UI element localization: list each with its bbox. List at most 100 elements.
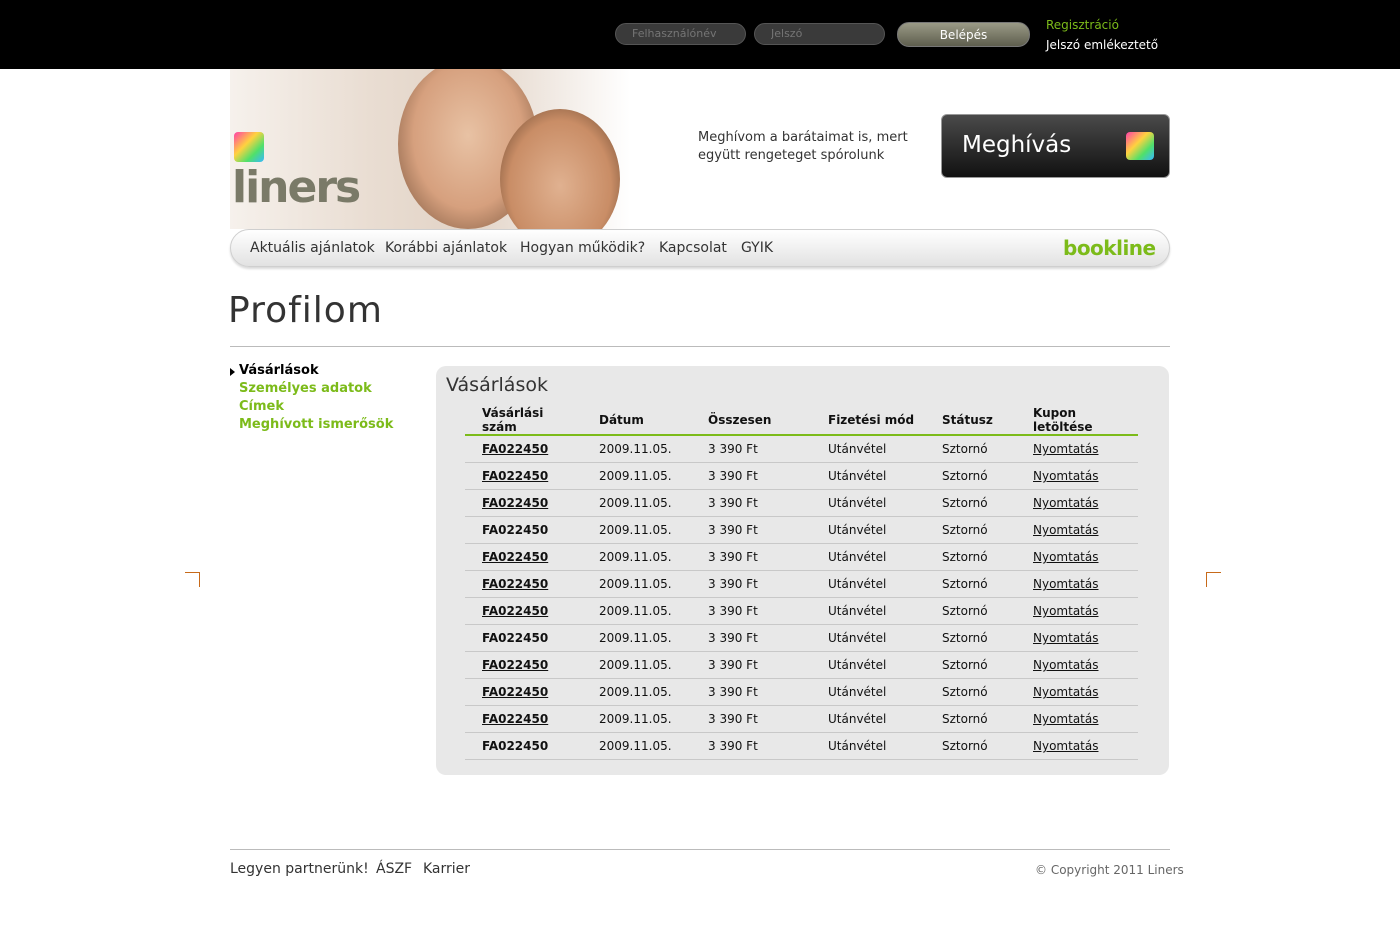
active-arrow-icon (230, 368, 235, 376)
purchases-table: Vásárlási szám Dátum Összesen Fizetési m… (465, 406, 1138, 760)
corner-mark-right (1206, 572, 1221, 587)
payment-method: Utánvétel (811, 543, 925, 571)
username-input[interactable] (615, 23, 746, 45)
print-coupon-link[interactable]: Nyomtatás (1016, 543, 1138, 571)
print-coupon-link[interactable]: Nyomtatás (1016, 435, 1138, 463)
liners-logo[interactable]: liners (232, 162, 361, 213)
hero-man-face (500, 109, 620, 229)
order-total: 3 390 Ft (691, 732, 811, 760)
nav-faq[interactable]: GYIK (741, 240, 773, 256)
purchases-title: Vásárlások (446, 374, 548, 396)
title-divider (230, 346, 1170, 347)
payment-method: Utánvétel (811, 651, 925, 679)
order-date: 2009.11.05. (582, 651, 691, 679)
order-date: 2009.11.05. (582, 435, 691, 463)
table-row: FA022450 2009.11.05. 3 390 Ft Utánvétel Szto… (465, 543, 1138, 571)
bookline-logo[interactable]: bookline (1063, 236, 1156, 260)
print-coupon-link[interactable]: Nyomtatás (1016, 624, 1138, 652)
order-date: 2009.11.05. (582, 732, 691, 760)
sidebar-item-purchases[interactable]: Vásárlások (239, 363, 319, 378)
order-total: 3 390 Ft (691, 651, 811, 679)
table-row: FA022450 2009.11.05. 3 390 Ft Utánvétel Szto… (465, 462, 1138, 490)
footer-link-terms[interactable]: ÁSZF (376, 861, 412, 877)
payment-method: Utánvétel (811, 489, 925, 517)
order-total: 3 390 Ft (691, 570, 811, 598)
nav-current-offers[interactable]: Aktuális ajánlatok (250, 240, 375, 256)
order-status: Sztornó (925, 678, 1016, 706)
liners-square-icon (1126, 132, 1154, 160)
footer-divider (230, 849, 1170, 850)
table-row: FA022450 2009.11.05. 3 390 Ft Utánvétel Szto… (465, 705, 1138, 733)
order-total: 3 390 Ft (691, 516, 811, 544)
payment-method: Utánvétel (811, 435, 925, 463)
print-coupon-link[interactable]: Nyomtatás (1016, 516, 1138, 544)
payment-method: Utánvétel (811, 462, 925, 490)
sidebar-item-invited-friends[interactable]: Meghívott ismerősök (239, 417, 393, 432)
sidebar-item-personal-data[interactable]: Személyes adatok (239, 381, 372, 396)
liners-logo-icon[interactable] (234, 132, 264, 162)
order-status: Sztornó (925, 705, 1016, 733)
copyright: © Copyright 2011 Liners (1035, 863, 1184, 877)
footer-link-partner[interactable]: Legyen partnerünk! (230, 861, 369, 877)
invite-text: Meghívom a barátaimat is, mert együtt re… (698, 130, 908, 163)
order-total: 3 390 Ft (691, 489, 811, 517)
table-row: FA022450 2009.11.05. 3 390 Ft Utánvétel Szto… (465, 678, 1138, 706)
order-number[interactable]: FA022450 (465, 570, 582, 598)
order-date: 2009.11.05. (582, 516, 691, 544)
print-coupon-link[interactable]: Nyomtatás (1016, 678, 1138, 706)
page-title: Profilom (228, 290, 383, 331)
table-row: FA022450 2009.11.05. 3 390 Ft Utánvétel Szto… (465, 435, 1138, 463)
table-row: FA022450 2009.11.05. 3 390 Ft Utánvétel Szto… (465, 570, 1138, 598)
order-number[interactable]: FA022450 (465, 705, 582, 733)
order-status: Sztornó (925, 570, 1016, 598)
table-row: FA022450 2009.11.05. 3 390 Ft Utánvétel Szto… (465, 597, 1138, 625)
main-nav: Aktuális ajánlatok Korábbi ajánlatok Hog… (230, 229, 1170, 267)
order-date: 2009.11.05. (582, 543, 691, 571)
order-total: 3 390 Ft (691, 624, 811, 652)
order-number: FA022450 (465, 516, 582, 544)
table-row: FA022450 2009.11.05. 3 390 Ft Utánvétel Szto… (465, 516, 1138, 544)
order-number[interactable]: FA022450 (465, 462, 582, 490)
order-number[interactable]: FA022450 (465, 597, 582, 625)
invite-button[interactable]: Meghívás (941, 114, 1170, 178)
print-coupon-link[interactable]: Nyomtatás (1016, 597, 1138, 625)
nav-how-it-works[interactable]: Hogyan működik? (520, 240, 645, 256)
print-coupon-link[interactable]: Nyomtatás (1016, 570, 1138, 598)
order-date: 2009.11.05. (582, 489, 691, 517)
print-coupon-link[interactable]: Nyomtatás (1016, 651, 1138, 679)
order-number[interactable]: FA022450 (465, 489, 582, 517)
sidebar-item-addresses[interactable]: Címek (239, 399, 284, 414)
nav-previous-offers[interactable]: Korábbi ajánlatok (385, 240, 507, 256)
corner-mark-left (185, 572, 200, 587)
order-number[interactable]: FA022450 (465, 651, 582, 679)
nav-contact[interactable]: Kapcsolat (659, 240, 727, 256)
order-date: 2009.11.05. (582, 678, 691, 706)
print-coupon-link[interactable]: Nyomtatás (1016, 462, 1138, 490)
order-date: 2009.11.05. (582, 624, 691, 652)
column-header: Összesen (691, 406, 811, 436)
order-number: FA022450 (465, 624, 582, 652)
order-status: Sztornó (925, 732, 1016, 760)
footer-link-careers[interactable]: Karrier (423, 861, 470, 877)
print-coupon-link[interactable]: Nyomtatás (1016, 732, 1138, 760)
order-date: 2009.11.05. (582, 597, 691, 625)
login-button[interactable]: Belépés (897, 22, 1030, 47)
order-number[interactable]: FA022450 (465, 543, 582, 571)
payment-method: Utánvétel (811, 516, 925, 544)
table-header-row: Vásárlási szám Dátum Összesen Fizetési m… (465, 406, 1138, 436)
order-number[interactable]: FA022450 (465, 435, 582, 463)
order-number[interactable]: FA022450 (465, 678, 582, 706)
table-row: FA022450 2009.11.05. 3 390 Ft Utánvétel Szto… (465, 651, 1138, 679)
order-date: 2009.11.05. (582, 705, 691, 733)
print-coupon-link[interactable]: Nyomtatás (1016, 705, 1138, 733)
payment-method: Utánvétel (811, 624, 925, 652)
register-link[interactable]: Regisztráció (1046, 18, 1119, 32)
password-reminder-link[interactable]: Jelszó emlékeztető (1046, 38, 1158, 52)
print-coupon-link[interactable]: Nyomtatás (1016, 489, 1138, 517)
payment-method: Utánvétel (811, 570, 925, 598)
top-bar: Belépés Regisztráció Jelszó emlékeztető (0, 0, 1400, 69)
column-header: Fizetési mód (811, 406, 925, 436)
password-input[interactable] (754, 23, 885, 45)
order-date: 2009.11.05. (582, 462, 691, 490)
payment-method: Utánvétel (811, 597, 925, 625)
